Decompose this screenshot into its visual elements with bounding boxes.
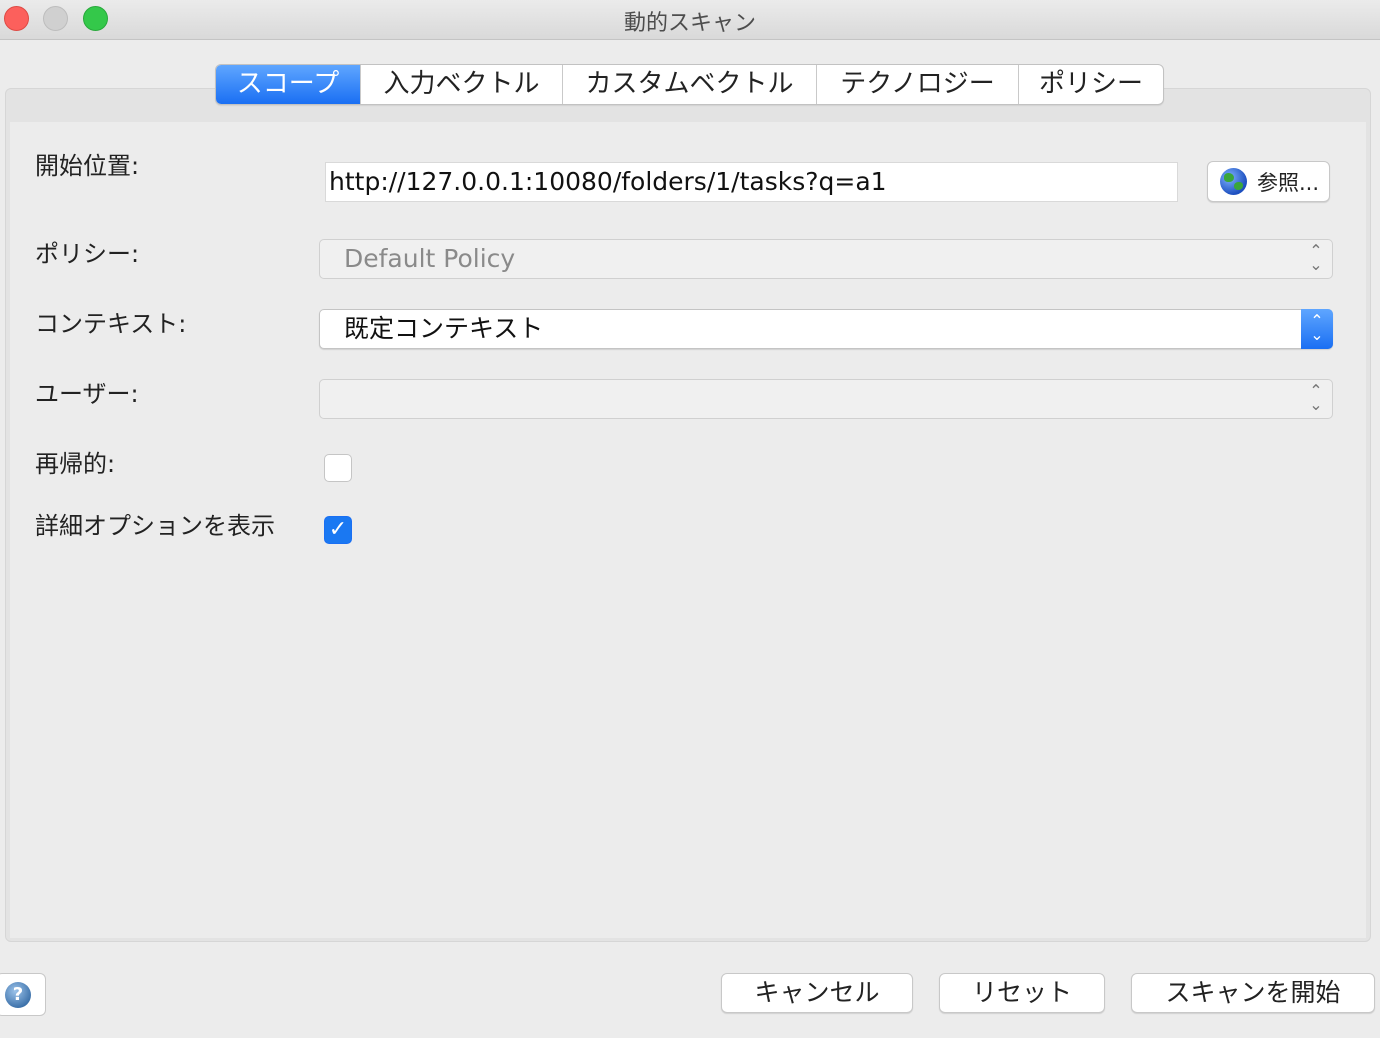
policy-label: ポリシー: (35, 240, 140, 268)
tab-policy[interactable]: ポリシー (1018, 65, 1163, 104)
tab-custom-vectors[interactable]: カスタムベクトル (562, 65, 816, 104)
chevron-updown-icon: ⌃ ⌄ (1309, 381, 1323, 414)
help-button[interactable]: ? (0, 973, 46, 1016)
tab-technology[interactable]: テクノロジー (816, 65, 1018, 104)
start-scan-button[interactable]: スキャンを開始 (1131, 973, 1375, 1013)
context-label: コンテキスト: (35, 310, 187, 338)
cancel-button[interactable]: キャンセル (721, 973, 913, 1013)
dynamic-scan-window: 動的スキャン スコープ 入力ベクトル カスタムベクトル テクノロジー ポリシー … (0, 0, 1380, 1038)
browse-button[interactable]: 参照... (1207, 161, 1330, 202)
globe-icon (1220, 168, 1247, 195)
user-label: ユーザー: (35, 380, 139, 408)
title-bar: 動的スキャン (0, 0, 1380, 40)
policy-select-value: Default Policy (344, 244, 516, 273)
browse-button-label: 参照... (1257, 170, 1320, 195)
start-point-label: 開始位置: (35, 152, 140, 180)
window-title: 動的スキャン (623, 11, 756, 36)
chevron-updown-icon: ⌃ ⌄ (1309, 241, 1323, 274)
user-select: ⌃ ⌄ (319, 379, 1333, 419)
recursive-label: 再帰的: (35, 450, 116, 478)
help-icon: ? (5, 982, 31, 1008)
reset-button[interactable]: リセット (939, 973, 1105, 1013)
chevron-updown-icon[interactable]: ⌃ ⌄ (1301, 309, 1333, 349)
show-advanced-checkbox[interactable]: ✓ (324, 516, 352, 544)
start-point-input[interactable]: http://127.0.0.1:10080/folders/1/tasks?q… (325, 162, 1178, 202)
tab-scope[interactable]: スコープ (216, 65, 360, 104)
context-select-value: 既定コンテキスト (344, 314, 544, 343)
checkmark-icon: ✓ (328, 517, 348, 542)
tab-input-vectors[interactable]: 入力ベクトル (360, 65, 562, 104)
tab-bar: スコープ 入力ベクトル カスタムベクトル テクノロジー ポリシー (215, 64, 1164, 105)
show-advanced-label: 詳細オプションを表示 (35, 512, 275, 540)
policy-select: Default Policy ⌃ ⌄ (319, 239, 1333, 279)
recursive-checkbox[interactable] (324, 454, 352, 482)
context-select[interactable]: 既定コンテキスト ⌃ ⌄ (319, 309, 1333, 349)
